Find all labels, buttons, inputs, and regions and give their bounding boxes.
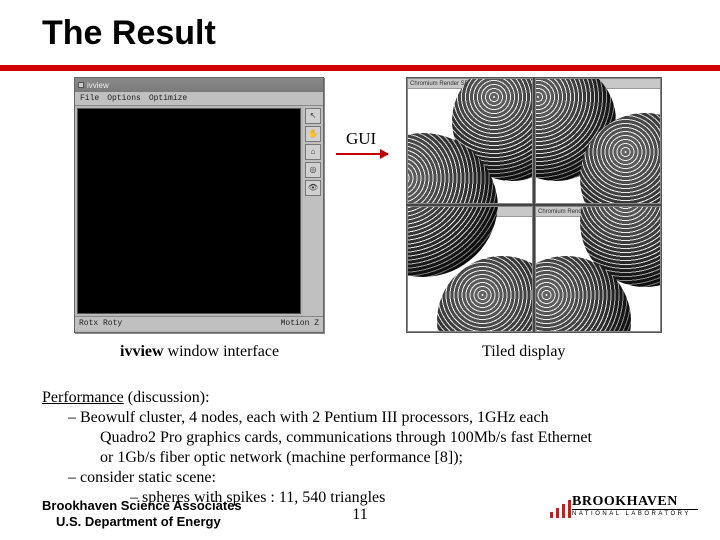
gui-label: GUI (346, 129, 376, 149)
target-icon: ◎ (305, 162, 321, 178)
ivview-statusbar: Rotx Roty Motion Z (75, 316, 323, 330)
status-right: Motion Z (281, 319, 319, 328)
affiliation-line1: Brookhaven Science Associates (42, 498, 242, 514)
window-control-icon (78, 82, 84, 88)
affiliation-line2: U.S. Department of Energy (42, 514, 242, 530)
logo-bars-icon (550, 498, 571, 518)
ivview-caption-rest: window interface (164, 343, 280, 360)
performance-heading-rest: (discussion): (124, 389, 210, 406)
brookhaven-logo: BROOKHAVEN NATIONAL LABORATORY (550, 494, 698, 528)
perf-line4: – consider static scene: (68, 468, 682, 488)
slide-title: The Result (0, 0, 720, 53)
figure-area: ivview File Options Optimize ↖ ✋ ⌂ ◎ 👁 R… (0, 71, 720, 391)
footer-affiliation: Brookhaven Science Associates U.S. Depar… (42, 498, 242, 531)
perf-line3: or 1Gb/s fiber optic network (machine pe… (100, 448, 682, 468)
ivview-caption-bold: ivview (120, 343, 164, 360)
ivview-caption: ivview window interface (120, 343, 279, 361)
tile-bottom-right: Chromium Render SPU (535, 206, 661, 332)
menu-options: Options (107, 94, 141, 103)
ivview-title-text: ivview (87, 81, 109, 90)
logo-sub-text: NATIONAL LABORATORY (572, 509, 698, 517)
perf-line1: – Beowulf cluster, 4 nodes, each with 2 … (68, 408, 682, 428)
ivview-toolbar: ↖ ✋ ⌂ ◎ 👁 (303, 106, 323, 316)
tile-top-right: Chromium Render SPU (535, 78, 661, 204)
menu-optimize: Optimize (149, 94, 187, 103)
tiled-display: Chromium Render SPU Chromium Render SPU … (406, 77, 662, 333)
status-left: Rotx Roty (79, 319, 122, 328)
footer: Brookhaven Science Associates U.S. Depar… (0, 490, 720, 530)
ivview-window: ivview File Options Optimize ↖ ✋ ⌂ ◎ 👁 R… (74, 77, 324, 333)
tiled-caption: Tiled display (482, 343, 565, 361)
performance-heading: Performance (42, 389, 124, 406)
page-number: 11 (352, 506, 367, 524)
hand-icon: ✋ (305, 126, 321, 142)
pointer-icon: ↖ (305, 108, 321, 124)
logo-main-text: BROOKHAVEN (572, 494, 678, 510)
ivview-menubar: File Options Optimize (75, 92, 323, 106)
ivview-titlebar: ivview (75, 78, 323, 92)
perf-line2: Quadro2 Pro graphics cards, communicatio… (100, 428, 682, 448)
arrow-icon (336, 153, 388, 155)
tile-top-left: Chromium Render SPU (407, 78, 533, 204)
tile-bottom-left: Chromium Render SPU (407, 206, 533, 332)
eye-icon: 👁 (305, 180, 321, 196)
ivview-viewport (77, 108, 301, 314)
home-icon: ⌂ (305, 144, 321, 160)
menu-file: File (80, 94, 99, 103)
